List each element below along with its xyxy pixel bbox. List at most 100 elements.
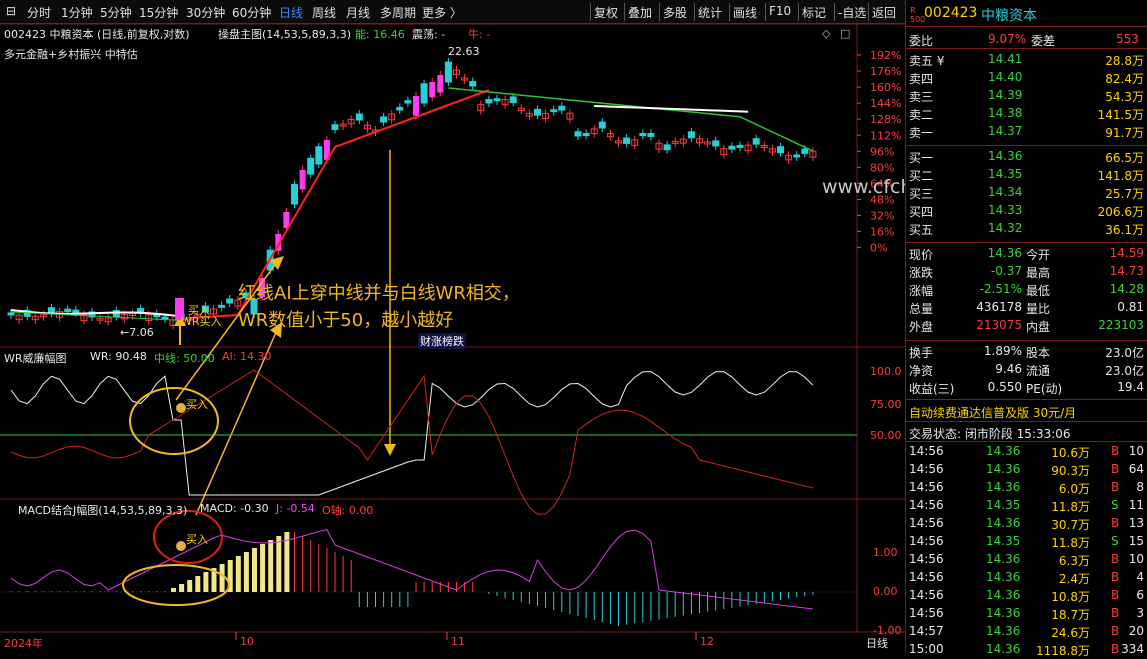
candle-body xyxy=(404,100,412,104)
period-indicator[interactable]: 日线 xyxy=(866,635,888,651)
candle-body xyxy=(429,82,436,98)
concept-tags: 多元金融+乡村振兴 中特估 xyxy=(4,48,138,61)
badge-label[interactable]: 财涨榜跌 xyxy=(418,333,466,349)
tick-row: 14:56 14.36 30.7万 B 13 xyxy=(909,516,1144,532)
tick-row: 14:56 14.35 11.8万 S 11 xyxy=(909,498,1144,514)
divider xyxy=(906,26,1147,27)
divider xyxy=(906,48,1147,49)
candle-body xyxy=(639,132,647,136)
white-ma-line-late xyxy=(594,105,749,113)
close-icon: □ xyxy=(840,27,850,40)
y-tick-label: 192% xyxy=(870,49,901,62)
candle-body xyxy=(64,308,72,312)
candle-body xyxy=(777,146,784,154)
fund-row: 收益(三) 0.550 PE(动) 19.4 xyxy=(909,380,1144,396)
y-tick-label: 32% xyxy=(870,210,894,223)
candle-body xyxy=(793,154,801,158)
y-tick-label: 128% xyxy=(870,113,901,126)
bull-value: 牛: - xyxy=(468,28,491,41)
macd-buy-marker: 买入 xyxy=(186,533,208,546)
stat-row: 涨跌 -0.37 最高 14.73 xyxy=(909,264,1144,280)
candle-body xyxy=(752,138,760,145)
year-label: 2024年 xyxy=(4,637,43,650)
wr-y-tick-label: 50.00 xyxy=(870,429,902,442)
macd-value: MACD: -0.30 xyxy=(200,502,269,515)
macd-y-tick-label: 0.00 xyxy=(873,585,898,598)
weibi-row: 委比 9.07% 委差 553 xyxy=(909,32,1139,48)
candle-body xyxy=(647,133,655,137)
y-tick-label: 160% xyxy=(870,81,901,94)
macd-panel-title[interactable]: MACD结合J幅图(14,53,5,89,3,3) xyxy=(18,502,187,518)
macd-bar xyxy=(235,556,241,592)
macd-bar xyxy=(203,572,209,592)
j-line xyxy=(10,528,813,610)
main-chart-title: 002423 中粮资本 (日线,前复权,对数) xyxy=(4,28,190,41)
ask-row: 卖三 14.39 54.3万 xyxy=(909,88,1144,104)
month-label-11: 11 xyxy=(451,635,465,648)
candle-body xyxy=(413,96,419,116)
promo-link[interactable]: 自动续费通达信普及版 30元/月 xyxy=(906,403,1147,421)
macd-bar xyxy=(252,548,257,592)
tick-row: 14:56 14.36 2.4万 B 4 xyxy=(909,570,1144,586)
macd-bar xyxy=(243,552,249,592)
macd-bar xyxy=(195,576,201,592)
candle-body xyxy=(728,145,736,150)
main-indicator-name[interactable]: 操盘主图(14,53,5,89,3,3) xyxy=(218,26,351,42)
bid-row: 买四 14.33 206.6万 xyxy=(909,203,1144,219)
trade-status: 交易状态: 闭市阶段 15:33:06 xyxy=(909,427,1071,441)
j-value: J: -0.54 xyxy=(276,502,315,515)
tick-row: 14:57 14.36 24.6万 B 20 xyxy=(909,624,1144,640)
tick-row: 14:56 14.36 6.3万 B 10 xyxy=(909,552,1144,568)
stat-row: 总量 436178 量比 0.81 xyxy=(909,300,1144,316)
annotation-line-2: WR数值小于50，越小越好 xyxy=(238,310,454,331)
tick-row: 14:56 14.36 90.3万 B 64 xyxy=(909,462,1144,478)
wr-money-bag-icon xyxy=(176,403,186,413)
wr-panel-title[interactable]: WR威廉幅图 xyxy=(4,350,67,366)
divider xyxy=(906,399,1147,400)
divider xyxy=(906,421,1147,422)
y-tick-label: 80% xyxy=(870,161,894,174)
y-tick-label: 144% xyxy=(870,97,901,110)
month-label-10: 10 xyxy=(240,635,254,648)
stat-row: 现价 14.36 今开 14.59 xyxy=(909,246,1144,262)
macd-bar xyxy=(268,540,274,592)
tick-row: 14:56 14.36 10.6万 B 10 xyxy=(909,444,1144,460)
candle-body xyxy=(291,183,298,205)
tick-row: 14:56 14.36 10.8万 B 6 xyxy=(909,588,1144,604)
ask-row: 卖二 14.38 141.5万 xyxy=(909,106,1144,122)
candle-body xyxy=(48,307,55,314)
candle-body xyxy=(558,105,566,111)
rise-value: 能: 16.46 xyxy=(355,28,405,41)
candle-body xyxy=(396,106,404,111)
candle-body xyxy=(485,99,493,104)
candle-body xyxy=(598,121,606,129)
candle-body xyxy=(331,124,339,130)
candle-body xyxy=(712,140,720,147)
candle-body xyxy=(355,113,363,121)
candle-body xyxy=(582,132,590,136)
ask-row: 卖一 14.37 91.7万 xyxy=(909,124,1144,140)
macd-bar xyxy=(219,564,225,592)
candle-body xyxy=(493,98,501,102)
candle-body xyxy=(307,157,315,175)
candle-body xyxy=(663,144,671,151)
wr-white-line xyxy=(10,371,814,496)
stat-row: 外盘 213075 内盘 223103 xyxy=(909,318,1144,334)
macd-y-tick-label: 1.00 xyxy=(873,546,898,559)
o-axis-value: O轴: 0.00 xyxy=(322,504,374,517)
diamond-icon: ◇ xyxy=(822,27,831,40)
bid-row: 买三 14.34 25.7万 xyxy=(909,185,1144,201)
divider xyxy=(906,242,1147,243)
fund-row: 换手 1.89% 股本 23.0亿 xyxy=(909,344,1144,360)
macd-bar xyxy=(260,544,266,592)
macd-bar xyxy=(187,580,193,592)
candle-body xyxy=(218,304,226,308)
fund-row: 净资 9.46 流通 23.0亿 xyxy=(909,362,1144,378)
bid-row: 买二 14.35 141.8万 xyxy=(909,167,1144,183)
candle-body xyxy=(380,116,388,123)
y-tick-label: 176% xyxy=(870,65,901,78)
wr-buy-label: WR买入 xyxy=(181,315,222,328)
ask-row: 卖四 14.40 82.4万 xyxy=(909,70,1144,86)
macd-money-bag-icon xyxy=(176,541,186,551)
wr-buy-marker: 买入 xyxy=(186,398,208,411)
